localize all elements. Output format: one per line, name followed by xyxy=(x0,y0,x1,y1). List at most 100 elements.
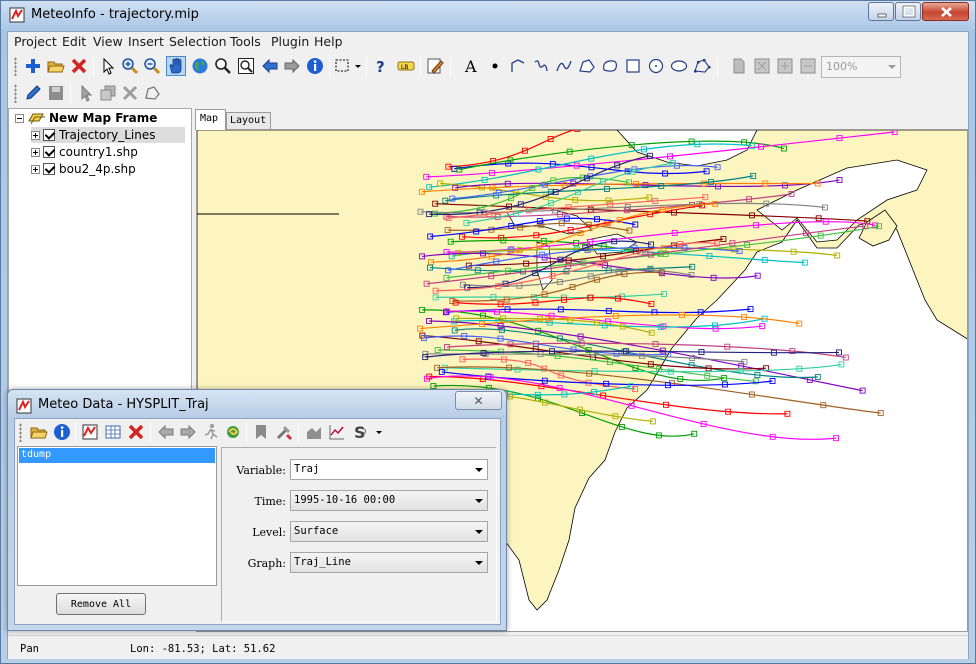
list-item[interactable]: tdump xyxy=(19,448,215,463)
menu-selection[interactable]: Selection xyxy=(169,34,227,49)
pan-button[interactable] xyxy=(166,56,186,76)
expand-toggle[interactable] xyxy=(31,164,40,174)
close-icon: ✕ xyxy=(473,393,484,408)
section-plot-button[interactable] xyxy=(251,422,271,442)
add-text-button[interactable]: A xyxy=(462,56,482,76)
page-zoom-in-button[interactable] xyxy=(775,56,795,76)
measure-button[interactable]: LB xyxy=(396,56,416,76)
dialog-title: Meteo Data - HYSPLIT_Traj xyxy=(38,397,209,412)
tab-map[interactable]: Map xyxy=(195,109,226,130)
new-page-button[interactable] xyxy=(729,56,749,76)
menu-tools[interactable]: Tools xyxy=(230,34,261,49)
collapse-toggle[interactable] xyxy=(15,113,24,123)
remove-data-button[interactable] xyxy=(126,422,146,442)
tab-layout[interactable]: Layout xyxy=(226,112,271,130)
menu-view[interactable]: View xyxy=(93,34,123,49)
graph-select[interactable]: Traj_Line xyxy=(290,552,488,573)
next-time-button[interactable] xyxy=(178,422,198,442)
add-feature-button[interactable] xyxy=(142,83,162,103)
layer-visible-checkbox[interactable] xyxy=(43,163,55,175)
toolbar-grip[interactable] xyxy=(14,57,17,76)
previous-time-button[interactable] xyxy=(156,422,176,442)
identify-zoom-button[interactable] xyxy=(213,56,233,76)
add-polygon-button[interactable] xyxy=(577,56,597,76)
select-tool-button[interactable] xyxy=(98,56,118,76)
add-ellipse-button[interactable] xyxy=(669,56,689,76)
toolbar-grip[interactable] xyxy=(14,84,17,103)
select-feature-button[interactable] xyxy=(76,83,96,103)
data-info-button[interactable] xyxy=(52,422,72,442)
page-zoom-out-button[interactable] xyxy=(798,56,818,76)
layer-visible-checkbox[interactable] xyxy=(43,129,55,141)
area-chart-button[interactable] xyxy=(304,422,324,442)
draw-data-button[interactable] xyxy=(80,422,100,442)
tree-layer-country1[interactable]: country1.shp xyxy=(31,144,138,160)
tree-layer-bou2-4p[interactable]: bou2_4p.shp xyxy=(31,161,136,177)
open-data-button[interactable] xyxy=(29,422,49,442)
menu-project[interactable]: Project xyxy=(14,34,57,49)
remove-all-button[interactable]: Remove All xyxy=(56,593,146,615)
add-curve-button[interactable] xyxy=(554,56,574,76)
script-dropdown-button[interactable]: S xyxy=(352,422,386,442)
dialog-close-button[interactable]: ✕ xyxy=(455,391,502,410)
help-button[interactable]: ? xyxy=(372,56,392,76)
remove-layer-button[interactable] xyxy=(69,56,89,76)
page-icon xyxy=(733,58,745,74)
select-elements-dropdown[interactable] xyxy=(334,56,364,76)
info-button[interactable] xyxy=(305,56,325,76)
add-circle-button[interactable] xyxy=(646,56,666,76)
animate-button[interactable] xyxy=(201,422,221,442)
zoom-in-button[interactable] xyxy=(120,56,140,76)
expand-toggle[interactable] xyxy=(31,147,40,157)
copy-feature-button[interactable] xyxy=(98,83,118,103)
data-file-list[interactable]: tdump xyxy=(17,446,217,586)
expand-toggle[interactable] xyxy=(31,130,40,140)
arrow-right-icon xyxy=(180,424,196,440)
toolbar-grip[interactable] xyxy=(19,423,22,442)
tools-button[interactable] xyxy=(274,422,294,442)
delete-feature-button[interactable] xyxy=(120,83,140,103)
menu-insert[interactable]: Insert xyxy=(128,34,164,49)
add-curve-polygon-button[interactable] xyxy=(600,56,620,76)
variable-select[interactable]: Traj xyxy=(290,459,488,480)
line-chart-button[interactable] xyxy=(327,422,347,442)
add-point-button[interactable] xyxy=(485,56,505,76)
time-select[interactable]: 1995-10-16 00:00 xyxy=(290,490,488,511)
level-select[interactable]: Surface xyxy=(290,521,488,542)
animation-settings-button[interactable] xyxy=(223,422,243,442)
minimize-button[interactable] xyxy=(868,2,894,21)
add-layer-button[interactable] xyxy=(23,56,43,76)
globe-icon xyxy=(192,58,208,74)
layer-visible-checkbox[interactable] xyxy=(43,146,55,158)
full-extent-button[interactable] xyxy=(190,56,210,76)
open-button[interactable] xyxy=(46,56,66,76)
edit-vertices-button[interactable] xyxy=(692,56,712,76)
menu-plugin[interactable]: Plugin xyxy=(271,34,309,49)
back-button[interactable] xyxy=(260,56,280,76)
zoom-level-combo[interactable]: 100% xyxy=(821,56,901,78)
zoom-out-button[interactable] xyxy=(142,56,162,76)
add-rectangle-button[interactable] xyxy=(623,56,643,76)
fit-page-button[interactable] xyxy=(752,56,772,76)
edit-layer-button[interactable] xyxy=(425,56,445,76)
tree-layer-trajectory-lines[interactable]: Trajectory_Lines xyxy=(31,127,185,143)
maximize-button[interactable] xyxy=(895,2,921,21)
add-icon xyxy=(26,59,40,73)
tree-frame-node[interactable]: New Map Frame xyxy=(15,110,157,126)
menu-help[interactable]: Help xyxy=(314,34,343,49)
view-table-button[interactable] xyxy=(103,422,123,442)
delete-icon xyxy=(128,424,144,440)
toolbar-separator xyxy=(93,57,94,76)
save-edit-button[interactable] xyxy=(46,83,66,103)
forward-button[interactable] xyxy=(282,56,302,76)
status-coordinates: Lon: -81.53; Lat: 51.62 xyxy=(130,643,276,655)
main-toolbar: ? LB A 100% xyxy=(8,53,968,80)
layer-label: Trajectory_Lines xyxy=(59,128,156,142)
start-edit-button[interactable] xyxy=(23,83,43,103)
close-button[interactable] xyxy=(922,2,969,21)
add-freehand-button[interactable] xyxy=(531,56,551,76)
add-polyline-button[interactable] xyxy=(508,56,528,76)
zoom-layer-button[interactable] xyxy=(236,56,256,76)
select-feature-icon xyxy=(81,84,93,102)
menu-edit[interactable]: Edit xyxy=(62,34,86,49)
